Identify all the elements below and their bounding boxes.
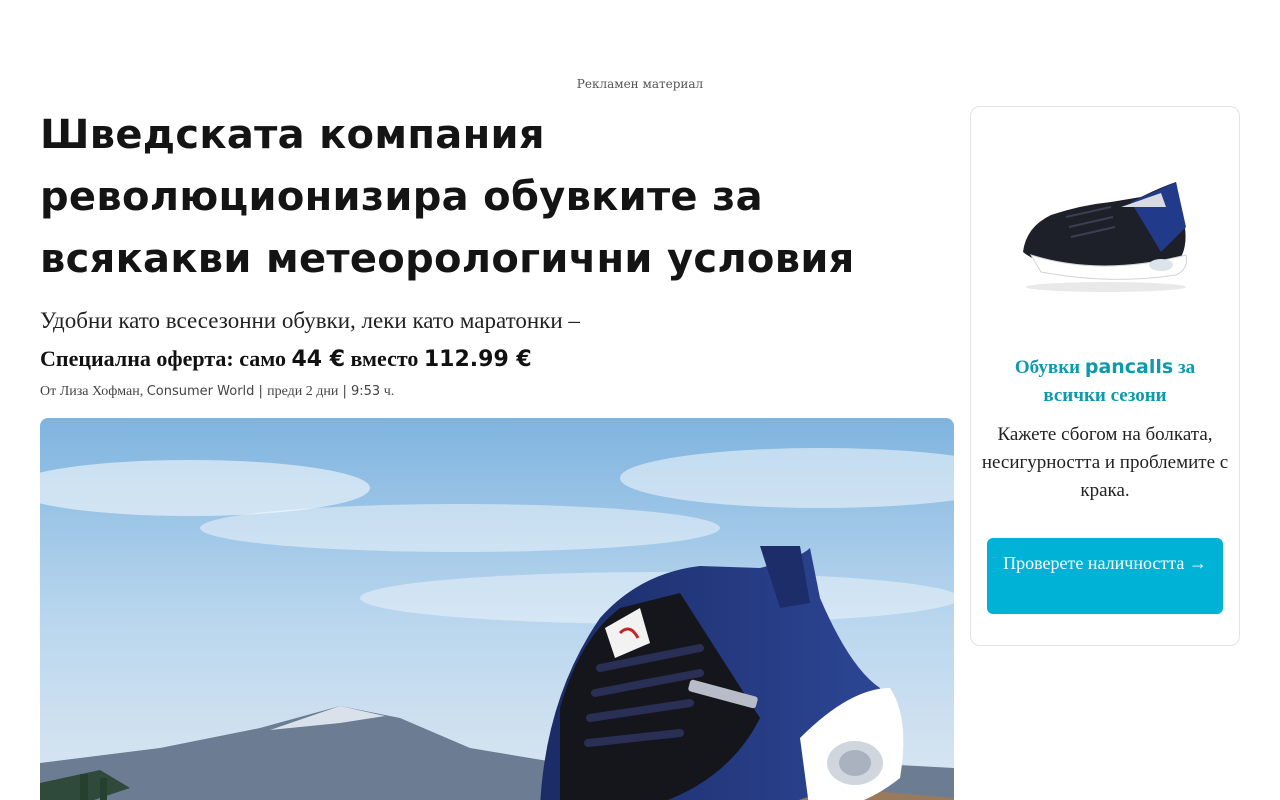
- ad-label: Рекламен материал: [576, 77, 704, 91]
- byline-time: 9:53: [350, 384, 381, 399]
- sidebar-brand: pancalls: [1084, 356, 1174, 378]
- byline-time-suffix: ч.: [380, 384, 395, 399]
- byline-author: От Лиза Хофман,: [40, 384, 147, 399]
- sidebar-ad-card: Обувки pancalls за всички сезони Кажете …: [970, 106, 1240, 646]
- hero-image[interactable]: [40, 418, 954, 800]
- byline-separator: |: [338, 384, 351, 399]
- offer-middle: вместо: [345, 346, 424, 371]
- sneaker-thumbnail-icon[interactable]: [1011, 157, 1201, 297]
- check-availability-button[interactable]: Проверете наличността →: [987, 538, 1223, 614]
- article-header: Шведската компания революционизира обувк…: [40, 104, 954, 401]
- offer-price: 44 €: [291, 347, 346, 372]
- article-subhead: Удобни като всесезонни обувки, леки като…: [40, 308, 580, 333]
- offer-old-price: 112.99 €: [423, 347, 532, 372]
- special-offer: Специална оферта: само 44 € вместо 112.9…: [40, 344, 954, 375]
- sneaker-photo-icon: [40, 418, 954, 800]
- page-title: Шведската компания революционизира обувк…: [40, 112, 855, 282]
- byline: От Лиза Хофман, Consumer World | преди 2…: [40, 383, 954, 401]
- sidebar-title: Обувки pancalls за всички сезони: [987, 353, 1223, 410]
- sidebar-title-prefix: Обувки: [1014, 357, 1085, 378]
- byline-publication: Consumer World: [146, 384, 255, 399]
- byline-date: преди 2 дни: [267, 384, 339, 399]
- offer-prefix: Специална оферта: само: [40, 346, 292, 371]
- byline-separator: |: [254, 384, 268, 399]
- sidebar-text: Кажете сбогом на болката, несигурността …: [981, 424, 1229, 501]
